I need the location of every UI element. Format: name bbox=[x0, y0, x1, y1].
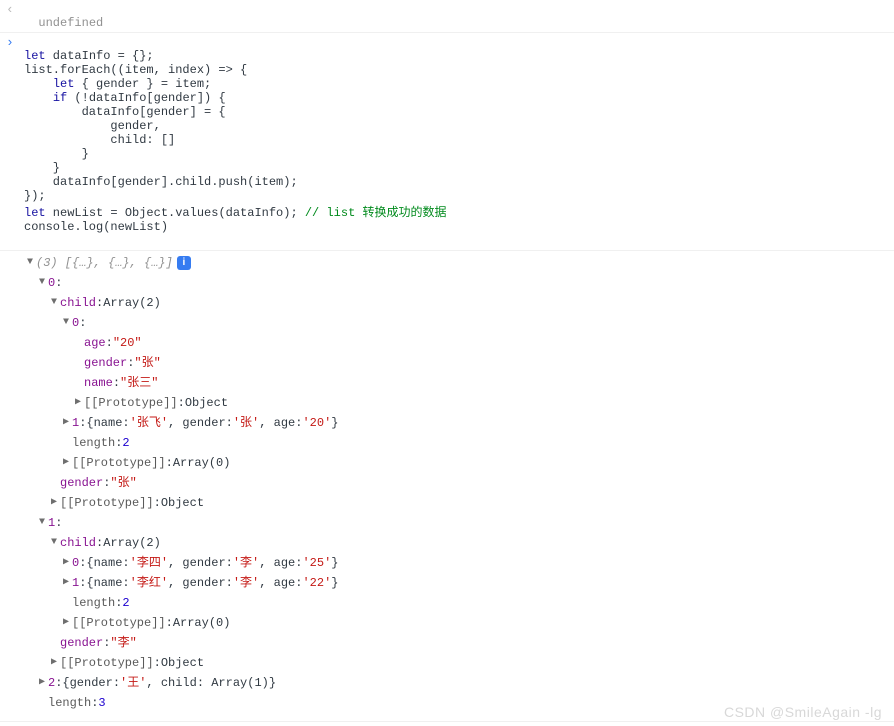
expand-icon[interactable] bbox=[24, 253, 36, 273]
expand-icon[interactable] bbox=[72, 393, 84, 413]
array-item-2[interactable]: 2: {gender: '王', child: Array(1)} bbox=[24, 673, 894, 693]
prototype-row[interactable]: [[Prototype]]: Object bbox=[24, 653, 894, 673]
expand-icon[interactable] bbox=[48, 493, 60, 513]
expand-icon[interactable] bbox=[48, 293, 60, 313]
child-item-1[interactable]: 1: {name: '李红', gender: '李', age: '22'} bbox=[24, 573, 894, 593]
array-summary-row[interactable]: (3) [{…}, {…}, {…}] i bbox=[24, 253, 894, 273]
array-summary: (3) [{…}, {…}, {…}] bbox=[36, 253, 173, 273]
index-label: 1 bbox=[48, 513, 55, 533]
expand-icon[interactable] bbox=[48, 533, 60, 553]
child-item-0[interactable]: 0: {name: '李四', gender: '李', age: '25'} bbox=[24, 553, 894, 573]
expand-icon[interactable] bbox=[36, 513, 48, 533]
length-row[interactable]: length: 2 bbox=[24, 593, 894, 613]
prototype-row[interactable]: [[Prototype]]: Object bbox=[24, 393, 894, 413]
prototype-row[interactable]: [[Prototype]]: Object bbox=[24, 493, 894, 513]
child-item-0[interactable]: 0: bbox=[24, 313, 894, 333]
prop-age[interactable]: age: "20" bbox=[24, 333, 894, 353]
expand-icon[interactable] bbox=[60, 313, 72, 333]
console-input-code[interactable]: let dataInfo = {}; list.forEach((item, i… bbox=[0, 33, 894, 251]
prop-gender[interactable]: gender: "张" bbox=[24, 353, 894, 373]
child-property[interactable]: child: Array(2) bbox=[24, 293, 894, 313]
prop-gender-outer[interactable]: gender: "张" bbox=[24, 473, 894, 493]
watermark: CSDN @SmileAgain -lg bbox=[724, 704, 882, 720]
prop-gender-outer[interactable]: gender: "李" bbox=[24, 633, 894, 653]
prototype-row[interactable]: [[Prototype]]: Array(0) bbox=[24, 613, 894, 633]
prototype-row[interactable]: [[Prototype]]: Array(0) bbox=[24, 453, 894, 473]
child-item-1[interactable]: 1: {name: '张飞', gender: '张', age: '20'} bbox=[24, 413, 894, 433]
expand-icon[interactable] bbox=[36, 673, 48, 693]
expand-icon[interactable] bbox=[60, 413, 72, 433]
child-property[interactable]: child: Array(2) bbox=[24, 533, 894, 553]
length-row[interactable]: length: 2 bbox=[24, 433, 894, 453]
console-log-output: (3) [{…}, {…}, {…}] i 0: child: Array(2)… bbox=[0, 251, 894, 722]
expand-icon[interactable] bbox=[60, 573, 72, 593]
prop-name[interactable]: name: "张三" bbox=[24, 373, 894, 393]
expand-icon[interactable] bbox=[60, 613, 72, 633]
array-item-1[interactable]: 1: bbox=[24, 513, 894, 533]
expand-icon[interactable] bbox=[60, 553, 72, 573]
info-icon[interactable]: i bbox=[177, 256, 191, 270]
index-label: 0 bbox=[48, 273, 55, 293]
undefined-text: undefined bbox=[38, 16, 103, 30]
expand-icon[interactable] bbox=[36, 273, 48, 293]
code-block: let dataInfo = {}; list.forEach((item, i… bbox=[24, 49, 894, 234]
expand-icon[interactable] bbox=[60, 453, 72, 473]
expand-icon[interactable] bbox=[48, 653, 60, 673]
console-output-undefined: undefined bbox=[0, 0, 894, 33]
array-item-0[interactable]: 0: bbox=[24, 273, 894, 293]
